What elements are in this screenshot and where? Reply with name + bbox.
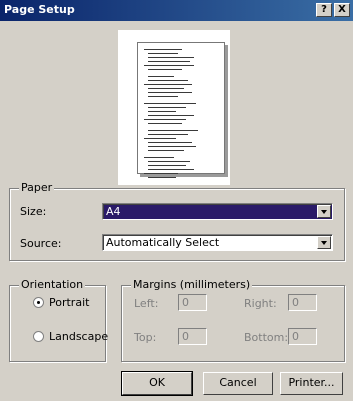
preview-text-line bbox=[148, 161, 190, 162]
preview-text-line bbox=[148, 177, 176, 178]
chevron-down-icon[interactable] bbox=[317, 236, 331, 249]
source-select[interactable]: Automatically Select bbox=[102, 234, 333, 251]
chevron-down-icon[interactable] bbox=[317, 205, 331, 218]
preview-text-line bbox=[144, 65, 194, 66]
paper-legend: Paper bbox=[19, 181, 55, 194]
size-label: Size: bbox=[20, 205, 47, 218]
portrait-radio[interactable] bbox=[33, 297, 44, 308]
preview-text-line bbox=[148, 165, 186, 166]
preview-text-line bbox=[148, 69, 182, 70]
top-margin-field: 0 bbox=[178, 328, 207, 345]
preview-text-line bbox=[148, 61, 190, 62]
preview-text-line bbox=[148, 80, 188, 81]
right-margin-label: Right: bbox=[244, 297, 277, 310]
size-value: A4 bbox=[106, 205, 121, 218]
size-select[interactable]: A4 bbox=[102, 203, 333, 220]
top-margin-value: 0 bbox=[182, 330, 189, 343]
printer-button[interactable]: Printer... bbox=[280, 372, 343, 395]
preview-text-line bbox=[148, 107, 186, 108]
page-preview bbox=[137, 42, 225, 178]
page-setup-dialog: Page Setup ? X Paper Size: A4 Source: Au… bbox=[0, 0, 353, 401]
help-button[interactable]: ? bbox=[316, 3, 332, 17]
preview-text-line bbox=[148, 88, 184, 89]
preview-text-line bbox=[148, 92, 192, 93]
preview-text-line bbox=[148, 142, 192, 143]
window-title: Page Setup bbox=[4, 3, 75, 16]
left-margin-field: 0 bbox=[178, 294, 207, 311]
preview-text-line bbox=[144, 157, 174, 158]
bottom-margin-field: 0 bbox=[288, 328, 317, 345]
preview-text-line bbox=[148, 115, 194, 116]
preview-text-line bbox=[144, 84, 192, 85]
landscape-radio[interactable] bbox=[33, 331, 44, 342]
preview-text-line bbox=[148, 169, 194, 170]
preview-text-line bbox=[148, 134, 188, 135]
left-margin-value: 0 bbox=[182, 296, 189, 309]
preview-text-line bbox=[148, 57, 194, 58]
preview-text-line bbox=[148, 123, 182, 124]
preview-text-line bbox=[144, 103, 196, 104]
right-margin-field: 0 bbox=[288, 294, 317, 311]
preview-text-line bbox=[148, 96, 178, 97]
title-bar: Page Setup ? X bbox=[0, 0, 353, 21]
bottom-margin-value: 0 bbox=[292, 330, 299, 343]
source-label: Source: bbox=[20, 237, 62, 250]
top-margin-label: Top: bbox=[134, 331, 157, 344]
portrait-label[interactable]: Portrait bbox=[49, 296, 89, 309]
bottom-margin-label: Bottom: bbox=[244, 331, 289, 344]
left-margin-label: Left: bbox=[134, 297, 159, 310]
preview-text-line bbox=[148, 53, 178, 54]
ok-button[interactable]: OK bbox=[121, 371, 193, 396]
preview-text-line bbox=[144, 119, 186, 120]
orientation-legend: Orientation bbox=[19, 278, 86, 291]
margins-legend: Margins (millimeters) bbox=[131, 278, 253, 291]
preview-text-line bbox=[148, 111, 176, 112]
preview-text-line bbox=[148, 146, 196, 147]
close-button[interactable]: X bbox=[334, 3, 350, 17]
preview-text-line bbox=[148, 150, 184, 151]
preview-text-line bbox=[148, 130, 198, 131]
preview-text-line bbox=[144, 138, 176, 139]
preview-text-line bbox=[148, 76, 174, 77]
preview-text-line bbox=[144, 173, 178, 174]
landscape-label[interactable]: Landscape bbox=[49, 330, 108, 343]
cancel-button[interactable]: Cancel bbox=[203, 372, 273, 395]
source-value: Automatically Select bbox=[106, 236, 220, 249]
preview-text-line bbox=[144, 49, 182, 50]
right-margin-value: 0 bbox=[292, 296, 299, 309]
